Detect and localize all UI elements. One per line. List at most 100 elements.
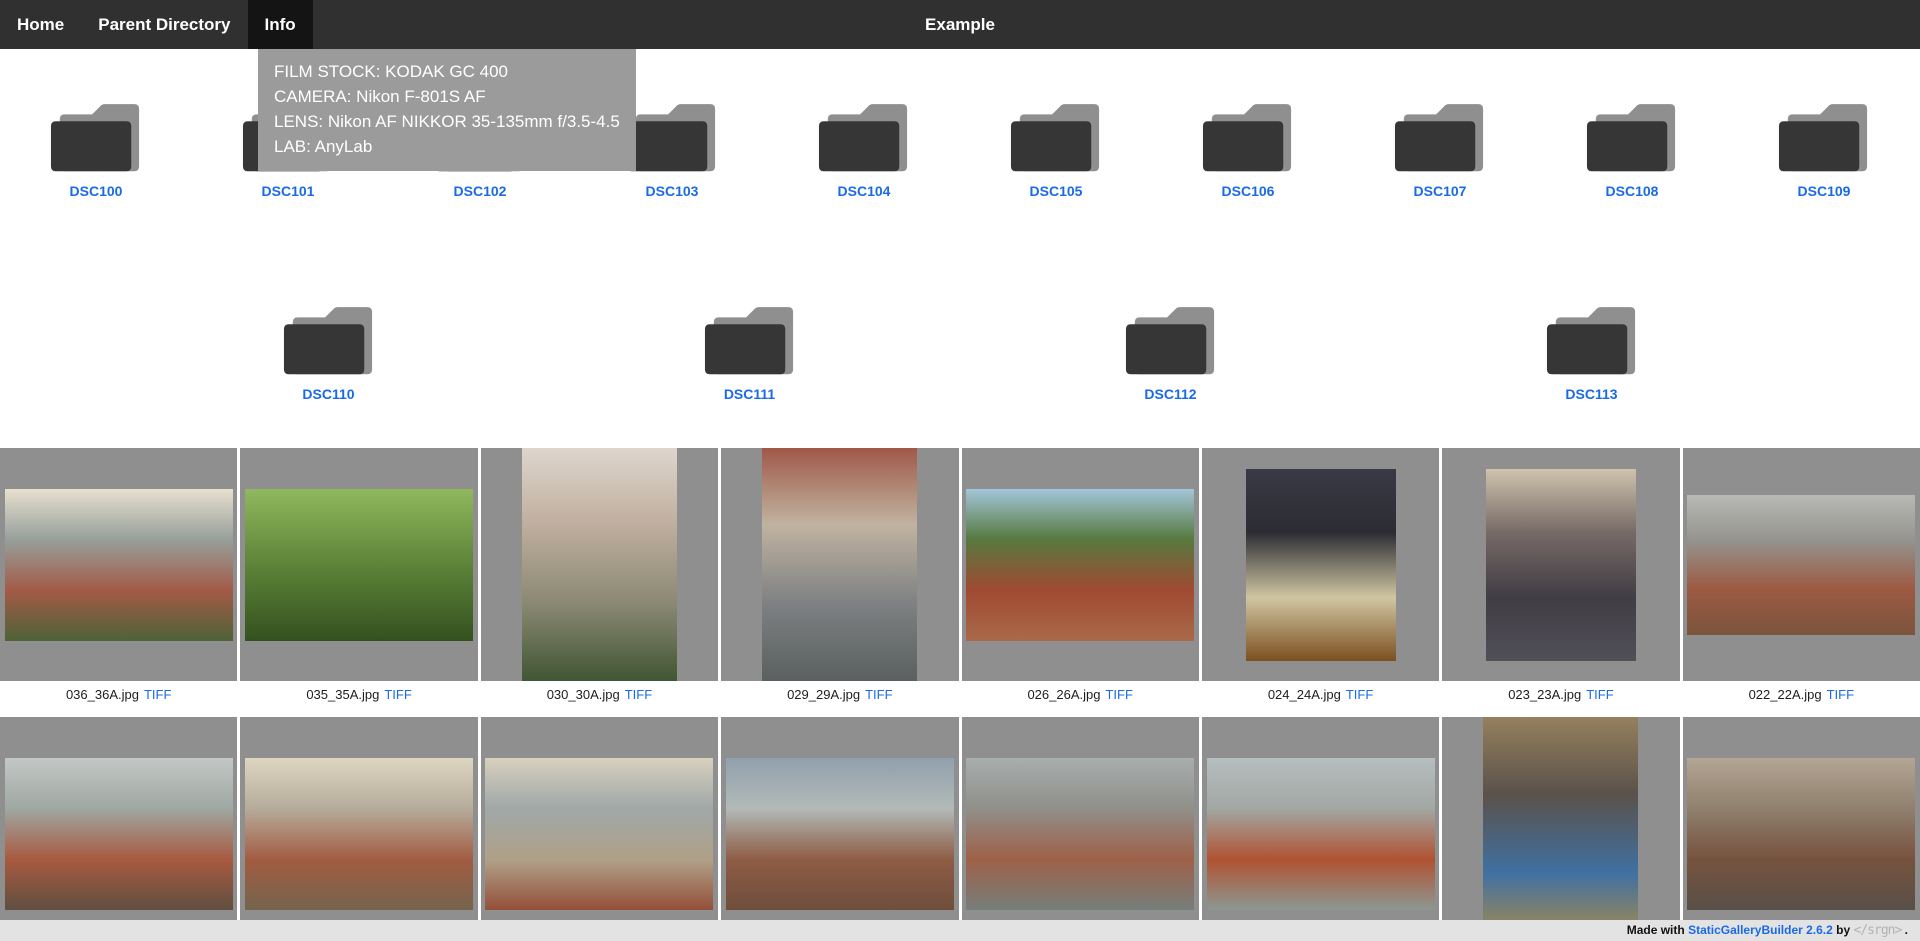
folder-icon[interactable] bbox=[817, 94, 911, 174]
info-popup: FILM STOCK: KODAK GC 400 CAMERA: Nikon F… bbox=[258, 49, 636, 171]
folder-icon[interactable] bbox=[625, 94, 719, 174]
photo-thumbnail[interactable] bbox=[966, 758, 1194, 910]
photo-thumbnail[interactable] bbox=[245, 758, 473, 910]
filename-text: 022_22A.jpg bbox=[1749, 687, 1822, 702]
folder-icon[interactable] bbox=[1201, 94, 1295, 174]
thumbnail-link[interactable] bbox=[1683, 717, 1920, 941]
thumbnail-link[interactable] bbox=[481, 717, 718, 941]
folder-icon[interactable] bbox=[1009, 94, 1103, 174]
thumbnail-caption: 035_35A.jpg TIFF bbox=[240, 681, 477, 708]
folder-label[interactable]: DSC104 bbox=[838, 183, 891, 199]
page-title: Example bbox=[925, 0, 995, 49]
tiff-link[interactable]: TIFF bbox=[865, 687, 892, 702]
folder-label[interactable]: DSC109 bbox=[1798, 183, 1851, 199]
thumbnail-link[interactable] bbox=[721, 448, 958, 681]
nav-item-home[interactable]: Home bbox=[0, 0, 81, 49]
tiff-link[interactable]: TIFF bbox=[144, 687, 171, 702]
thumbnail-link[interactable] bbox=[1683, 448, 1920, 681]
photo-thumbnail[interactable] bbox=[966, 489, 1194, 641]
folder-item[interactable]: DSC109 bbox=[1728, 94, 1920, 199]
thumbnail-link[interactable] bbox=[962, 448, 1199, 681]
folder-label[interactable]: DSC106 bbox=[1222, 183, 1275, 199]
thumbnail-caption: 024_24A.jpg TIFF bbox=[1202, 681, 1439, 708]
folder-label[interactable]: DSC108 bbox=[1606, 183, 1659, 199]
thumbnail-link[interactable] bbox=[721, 717, 958, 941]
folder-item[interactable]: DSC105 bbox=[960, 94, 1152, 199]
photo-thumbnail[interactable] bbox=[1246, 469, 1396, 661]
filename-text: 024_24A.jpg bbox=[1268, 687, 1341, 702]
folder-label[interactable]: DSC105 bbox=[1030, 183, 1083, 199]
thumbnail-caption: 029_29A.jpgTIFF bbox=[721, 681, 958, 708]
folder-icon[interactable] bbox=[1585, 94, 1679, 174]
thumbnail-link[interactable] bbox=[0, 717, 237, 941]
photo-thumbnail[interactable] bbox=[5, 758, 233, 910]
folder-item[interactable]: DSC110 bbox=[274, 297, 384, 402]
thumbnail-grid: 036_36A.jpgTIFF 035_35A.jpgTIFF 030_30A.… bbox=[0, 448, 1920, 941]
gallery-item bbox=[962, 717, 1199, 941]
builder-version-link[interactable]: StaticGalleryBuilder 2.6.2 bbox=[1688, 923, 1833, 937]
folder-icon[interactable] bbox=[1777, 94, 1871, 174]
folder-item[interactable]: DSC106 bbox=[1152, 94, 1344, 199]
photo-thumbnail[interactable] bbox=[5, 489, 233, 641]
photo-thumbnail[interactable] bbox=[1483, 717, 1638, 941]
thumbnail-link[interactable] bbox=[0, 448, 237, 681]
folder-label[interactable]: DSC112 bbox=[1144, 386, 1196, 402]
tiff-link[interactable]: TIFF bbox=[625, 687, 652, 702]
folder-label[interactable]: DSC111 bbox=[724, 386, 775, 402]
photo-thumbnail[interactable] bbox=[1687, 495, 1915, 635]
photo-thumbnail[interactable] bbox=[726, 758, 954, 910]
gallery-item: 029_29A.jpgTIFF bbox=[721, 448, 958, 708]
tiff-link[interactable]: TIFF bbox=[384, 687, 411, 702]
folder-label[interactable]: DSC101 bbox=[262, 183, 315, 199]
folder-label[interactable]: DSC100 bbox=[70, 183, 123, 199]
photo-thumbnail[interactable] bbox=[1486, 469, 1636, 661]
photo-thumbnail[interactable] bbox=[245, 489, 473, 641]
folder-label[interactable]: DSC102 bbox=[454, 183, 507, 199]
thumbnail-link[interactable] bbox=[240, 717, 477, 941]
gallery-item bbox=[0, 717, 237, 941]
gallery-item bbox=[1442, 717, 1679, 941]
folder-item[interactable]: DSC112 bbox=[1116, 297, 1226, 402]
folder-label[interactable]: DSC113 bbox=[1565, 386, 1617, 402]
folder-label[interactable]: DSC103 bbox=[646, 183, 699, 199]
thumbnail-link[interactable] bbox=[1202, 448, 1439, 681]
thumbnail-link[interactable] bbox=[1442, 717, 1679, 941]
nav-item-parent-directory[interactable]: Parent Directory bbox=[81, 0, 247, 49]
photo-thumbnail[interactable] bbox=[485, 758, 713, 910]
tiff-link[interactable]: TIFF bbox=[1346, 687, 1373, 702]
folder-item[interactable]: DSC104 bbox=[768, 94, 960, 199]
top-nav: Home Parent Directory Info Example bbox=[0, 0, 1920, 49]
tiff-link[interactable]: TIFF bbox=[1105, 687, 1132, 702]
folder-icon[interactable] bbox=[282, 297, 376, 377]
tiff-link[interactable]: TIFF bbox=[1827, 687, 1854, 702]
thumbnail-link[interactable] bbox=[240, 448, 477, 681]
author-logo-link[interactable]: </srgn> bbox=[1854, 923, 1902, 938]
folder-icon[interactable] bbox=[1124, 297, 1218, 377]
folder-row-2: DSC110 DSC111 DSC112 DSC113 bbox=[0, 297, 1920, 402]
folder-icon[interactable] bbox=[1393, 94, 1487, 174]
folder-item[interactable]: DSC107 bbox=[1344, 94, 1536, 199]
thumbnail-link[interactable] bbox=[481, 448, 718, 681]
photo-thumbnail[interactable] bbox=[522, 448, 677, 681]
folder-item[interactable]: DSC113 bbox=[1537, 297, 1647, 402]
gallery-item: 024_24A.jpg TIFF bbox=[1202, 448, 1439, 708]
thumbnail-caption: 026_26A.jpgTIFF bbox=[962, 681, 1199, 708]
filename-text: 035_35A.jpg bbox=[306, 687, 379, 702]
nav-item-info[interactable]: Info bbox=[248, 0, 313, 49]
photo-thumbnail[interactable] bbox=[762, 448, 917, 681]
tiff-link[interactable]: TIFF bbox=[1586, 687, 1613, 702]
thumbnail-link[interactable] bbox=[962, 717, 1199, 941]
folder-icon[interactable] bbox=[49, 94, 143, 174]
photo-thumbnail[interactable] bbox=[1687, 758, 1915, 910]
thumbnail-link[interactable] bbox=[1442, 448, 1679, 681]
folder-icon[interactable] bbox=[703, 297, 797, 377]
footer-bar: Made with StaticGalleryBuilder 2.6.2 by … bbox=[0, 920, 1920, 941]
folder-item[interactable]: DSC108 bbox=[1536, 94, 1728, 199]
folder-label[interactable]: DSC107 bbox=[1414, 183, 1467, 199]
folder-item[interactable]: DSC100 bbox=[0, 94, 192, 199]
photo-thumbnail[interactable] bbox=[1207, 758, 1435, 910]
thumbnail-link[interactable] bbox=[1202, 717, 1439, 941]
folder-item[interactable]: DSC111 bbox=[695, 297, 805, 402]
folder-label[interactable]: DSC110 bbox=[302, 386, 354, 402]
folder-icon[interactable] bbox=[1545, 297, 1639, 377]
